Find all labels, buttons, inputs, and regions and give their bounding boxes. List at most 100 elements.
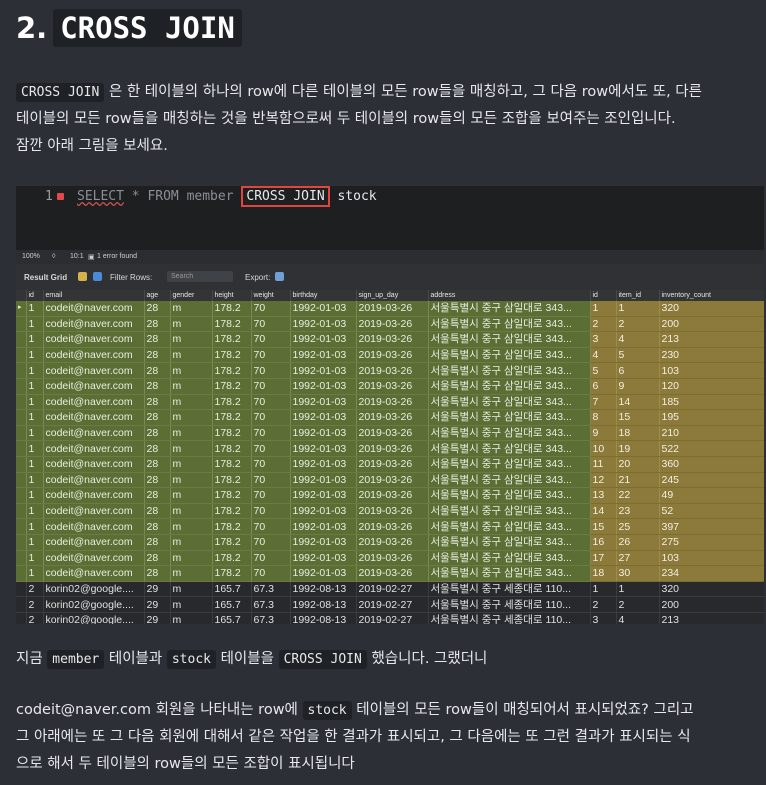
cell-address[interactable]: 서울특별시 중구 삼일대로 343...: [428, 518, 591, 535]
cell-item_id[interactable]: 5: [616, 347, 660, 364]
table-row[interactable]: 1 codeit@naver.com 28 m 178.2 70 1992-01-03 201…: [16, 362, 764, 379]
zoom-level[interactable]: 100%: [22, 253, 40, 260]
cell-sign_up_day[interactable]: 2019-03-26: [356, 378, 429, 395]
cell-gender[interactable]: m: [170, 581, 213, 598]
table-row[interactable]: 1 codeit@naver.com 28 m 178.2 70 1992-01-03 201…: [16, 456, 764, 473]
column-header-gender[interactable]: gender: [170, 290, 213, 301]
cell-item_id[interactable]: 30: [616, 565, 660, 582]
cell-email[interactable]: codeit@naver.com: [43, 440, 145, 457]
cell-birthday[interactable]: 1992-01-03: [290, 503, 357, 520]
cell-id[interactable]: 1: [26, 487, 44, 504]
cell-address[interactable]: 서울특별시 중구 세종대로 110...: [428, 612, 591, 624]
cell-weight[interactable]: 70: [251, 316, 291, 333]
cell-inventory_count[interactable]: 103: [659, 550, 764, 567]
cell-weight[interactable]: 70: [251, 409, 291, 426]
cell-item_id[interactable]: 9: [616, 378, 660, 395]
cell-id[interactable]: 2: [590, 316, 617, 333]
cell-age[interactable]: 28: [144, 316, 171, 333]
cell-height[interactable]: 178.2: [212, 487, 252, 504]
cell-id[interactable]: 1: [26, 550, 44, 567]
cell-birthday[interactable]: 1992-01-03: [290, 550, 357, 567]
cell-sign_up_day[interactable]: 2019-03-26: [356, 331, 429, 348]
cell-id[interactable]: 2: [26, 596, 44, 613]
cell-age[interactable]: 29: [144, 581, 171, 598]
table-row[interactable]: 2 korin02@google.... 29 m 165.7 67.3 1992-08-1…: [16, 596, 764, 613]
cell-id[interactable]: 8: [590, 409, 617, 426]
cell-id[interactable]: 3: [590, 331, 617, 348]
cell-gender[interactable]: m: [170, 394, 213, 411]
cell-id[interactable]: 2: [26, 612, 44, 624]
cell-age[interactable]: 29: [144, 596, 171, 613]
cell-inventory_count[interactable]: 234: [659, 565, 764, 582]
cell-id[interactable]: 6: [590, 378, 617, 395]
cell-height[interactable]: 178.2: [212, 425, 252, 442]
stepper-icon[interactable]: ◊: [52, 253, 55, 260]
cell-age[interactable]: 28: [144, 456, 171, 473]
cell-inventory_count[interactable]: 185: [659, 394, 764, 411]
table-row[interactable]: 1 codeit@naver.com 28 m 178.2 70 1992-01-03 201…: [16, 440, 764, 457]
cell-sign_up_day[interactable]: 2019-03-26: [356, 487, 429, 504]
cell-email[interactable]: codeit@naver.com: [43, 534, 145, 551]
cell-email[interactable]: codeit@naver.com: [43, 565, 145, 582]
table-row[interactable]: 1 codeit@naver.com 28 m 178.2 70 1992-01-03 201…: [16, 394, 764, 411]
cell-item_id[interactable]: 4: [616, 612, 660, 624]
cell-address[interactable]: 서울특별시 중구 삼일대로 343...: [428, 456, 591, 473]
cell-id[interactable]: 14: [590, 503, 617, 520]
cell-birthday[interactable]: 1992-01-03: [290, 440, 357, 457]
cell-id[interactable]: 12: [590, 472, 617, 489]
cell-weight[interactable]: 70: [251, 518, 291, 535]
cell-inventory_count[interactable]: 103: [659, 362, 764, 379]
cell-gender[interactable]: m: [170, 612, 213, 624]
cell-item_id[interactable]: 21: [616, 472, 660, 489]
column-header-sign_up_day[interactable]: sign_up_day: [356, 290, 429, 301]
cell-id[interactable]: 1: [26, 456, 44, 473]
cell-age[interactable]: 28: [144, 534, 171, 551]
cell-height[interactable]: 178.2: [212, 472, 252, 489]
cell-inventory_count[interactable]: 195: [659, 409, 764, 426]
cell-id[interactable]: 9: [590, 425, 617, 442]
cell-height[interactable]: 178.2: [212, 456, 252, 473]
cell-id[interactable]: 17: [590, 550, 617, 567]
table-row[interactable]: 1 codeit@naver.com 28 m 178.2 70 1992-01-03 201…: [16, 565, 764, 582]
cell-inventory_count[interactable]: 120: [659, 378, 764, 395]
cell-sign_up_day[interactable]: 2019-03-26: [356, 301, 429, 317]
cell-id[interactable]: 1: [26, 518, 44, 535]
cell-weight[interactable]: 70: [251, 503, 291, 520]
cell-id[interactable]: 1: [590, 301, 617, 317]
cell-sign_up_day[interactable]: 2019-03-26: [356, 409, 429, 426]
cell-item_id[interactable]: 26: [616, 534, 660, 551]
cell-sign_up_day[interactable]: 2019-02-27: [356, 596, 429, 613]
cell-id[interactable]: 1: [26, 565, 44, 582]
table-row[interactable]: 1 codeit@naver.com 28 m 178.2 70 1992-01-03 201…: [16, 550, 764, 567]
cell-address[interactable]: 서울특별시 중구 세종대로 110...: [428, 581, 591, 598]
cell-email[interactable]: korin02@google....: [43, 596, 145, 613]
cell-email[interactable]: codeit@naver.com: [43, 409, 145, 426]
cell-gender[interactable]: m: [170, 362, 213, 379]
cell-sign_up_day[interactable]: 2019-03-26: [356, 440, 429, 457]
cell-age[interactable]: 28: [144, 503, 171, 520]
cell-gender[interactable]: m: [170, 503, 213, 520]
cell-inventory_count[interactable]: 200: [659, 596, 764, 613]
cell-address[interactable]: 서울특별시 중구 삼일대로 343...: [428, 301, 591, 317]
cell-gender[interactable]: m: [170, 550, 213, 567]
grid-view-icon[interactable]: [78, 272, 87, 281]
cell-item_id[interactable]: 20: [616, 456, 660, 473]
cell-address[interactable]: 서울특별시 중구 세종대로 110...: [428, 596, 591, 613]
table-row[interactable]: 1 codeit@naver.com 28 m 178.2 70 1992-01-03 201…: [16, 409, 764, 426]
cell-id[interactable]: 1: [26, 347, 44, 364]
table-row[interactable]: 2 korin02@google.... 29 m 165.7 67.3 1992-08-1…: [16, 581, 764, 598]
column-header-birthday[interactable]: birthday: [290, 290, 357, 301]
cell-weight[interactable]: 67.3: [251, 596, 291, 613]
cell-address[interactable]: 서울특별시 중구 삼일대로 343...: [428, 472, 591, 489]
cell-item_id[interactable]: 19: [616, 440, 660, 457]
table-row[interactable]: 1 codeit@naver.com 28 m 178.2 70 1992-01-03 201…: [16, 487, 764, 504]
cell-address[interactable]: 서울특별시 중구 삼일대로 343...: [428, 316, 591, 333]
cell-weight[interactable]: 70: [251, 347, 291, 364]
cell-gender[interactable]: m: [170, 331, 213, 348]
cell-id[interactable]: 1: [26, 301, 44, 317]
cell-inventory_count[interactable]: 245: [659, 472, 764, 489]
cell-email[interactable]: codeit@naver.com: [43, 550, 145, 567]
cell-address[interactable]: 서울특별시 중구 삼일대로 343...: [428, 378, 591, 395]
cell-height[interactable]: 178.2: [212, 347, 252, 364]
cell-weight[interactable]: 70: [251, 565, 291, 582]
